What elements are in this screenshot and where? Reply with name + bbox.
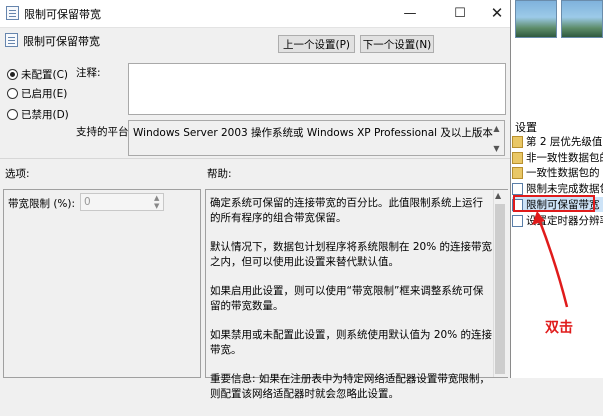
platform-value: Windows Server 2003 操作系统或 Windows XP Pro… [128,120,505,156]
bandwidth-limit-stepper [80,193,164,211]
setting-item-label: 第 2 层优先级值 [526,136,603,148]
divider [0,158,510,159]
wallpaper-thumbnail [561,0,603,38]
help-label: 帮助: [207,168,232,180]
setting-item-nonconforming[interactable]: 非一致性数据包的 [512,150,603,165]
spin-down-icon: ▼ [154,202,160,210]
radio-label: 已启用(E) [21,88,68,100]
setting-item-outstanding-packets[interactable]: 限制未完成数据包 [512,181,603,196]
scroll-up-icon[interactable]: ▲ [490,122,503,135]
close-button[interactable]: ✕ [488,4,506,22]
radio-label: 已禁用(D) [21,109,69,121]
wallpaper-thumbnail [515,0,557,38]
setting-item-label: 一致性数据包的 DS [526,167,603,179]
radio-label: 未配置(C) [21,69,69,81]
options-label: 选项: [5,168,30,180]
next-setting-button[interactable]: 下一个设置(N) [360,35,434,53]
radio-circle[interactable] [7,109,18,120]
window-title: 限制可保留带宽 [24,8,101,21]
settings-column-header: 设置 [515,121,537,134]
setting-item-conforming-ds[interactable]: 一致性数据包的 DS [512,165,603,180]
setting-item-layer2-priority[interactable]: 第 2 层优先级值 [512,134,603,149]
comment-textarea[interactable] [128,63,506,115]
background-thumbnails [515,0,603,40]
bandwidth-limit-value: 0 [84,196,91,208]
setting-item-label: 非一致性数据包的 [526,152,603,164]
comment-label: 注释: [76,67,101,79]
annotation-label: 双击 [545,320,573,336]
scroll-up-icon[interactable]: ▲ [495,191,501,200]
policy-icon [512,182,523,195]
folder-icon [512,166,523,179]
setting-title: 限制可保留带宽 [23,35,100,48]
bandwidth-limit-label: 带宽限制 (%): [8,198,76,210]
help-paragraph: 如果启用此设置，则可以使用“带宽限制”框来调整系统可保留的带宽数量。 [210,285,484,312]
radio-disabled[interactable]: 已禁用(D) [7,107,69,122]
help-text: 确定系统可保留的连接带宽的百分比。此值限制系统上运行的所有程序的组合带宽保留。 … [210,196,492,416]
options-pane [3,189,201,378]
policy-icon [6,6,19,20]
platform-label: 支持的平台: [76,126,133,138]
folder-icon [512,135,523,148]
policy-icon [5,33,18,47]
help-paragraph: 如果禁用或未配置此设置，则系统使用默认值为 20% 的连接带宽。 [210,329,493,356]
arrow-head [532,211,545,225]
radio-circle[interactable] [7,69,18,80]
radio-circle[interactable] [7,88,18,99]
help-paragraph: 默认情况下，数据包计划程序将系统限制在 20% 的连接带宽之内，但可以使用此设置… [210,241,493,268]
arrow-shaft [537,218,569,308]
setting-item-label: 限制未完成数据包 [526,183,603,195]
minimize-button[interactable]: — [401,4,419,22]
help-paragraph: 重要信息: 如果在注册表中为特定网络适配器设置带宽限制，则配置该网络适配器时就会… [210,373,490,400]
folder-icon [512,151,523,164]
annotation-arrow [532,211,569,308]
spin-up-icon: ▲ [154,194,160,202]
radio-enabled[interactable]: 已启用(E) [7,86,67,101]
scrollbar-thumb[interactable] [495,204,505,374]
maximize-button[interactable]: ☐ [451,4,469,22]
previous-setting-button[interactable]: 上一个设置(P) [278,35,355,53]
scroll-down-icon[interactable]: ▼ [490,142,503,155]
radio-not-configured[interactable]: 未配置(C) [7,67,68,82]
help-paragraph: 确定系统可保留的连接带宽的百分比。此值限制系统上运行的所有程序的组合带宽保留。 [210,197,483,224]
